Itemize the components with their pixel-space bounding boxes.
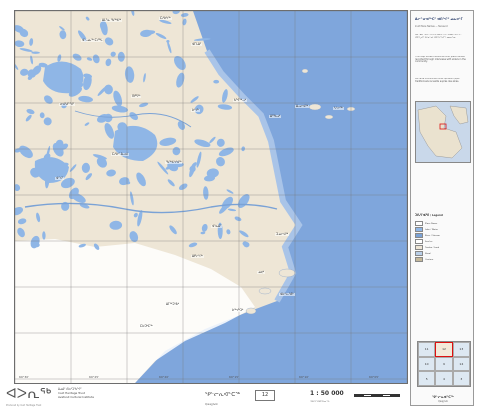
description-inuktitut: ᐅᓇ ᓄᓇᙳᐊᖅ ᐊᑐᖅᑕᐅᓂᐊᖅᑐᖅ ᐃᓄᐃᑦ ᐊᑎᖏᑦ ᐊᑐᖅᖢᒋᑦ ᐃᓐᓇ…: [415, 34, 462, 39]
longitude-label: 69°30': [19, 375, 29, 379]
place-name-label: ᑲᖏᖅᓗᒃ: [233, 98, 247, 102]
index-cell: 11: [418, 342, 436, 357]
place-name-label: ᑕᐅᑐᒃᑕᖅ: [139, 324, 154, 328]
description-french: Ce carte montre les noms de lieux inuits…: [415, 78, 460, 83]
legend-label: River / Stream: [425, 234, 440, 237]
map-scale-sub: ᑐᑭᓯᒋᐊᕈᑕᐅᓂᖓ: [310, 400, 330, 403]
description-english: This map shows traditional Inuit place n…: [415, 56, 466, 64]
legend-swatch: [415, 227, 423, 232]
island: [278, 268, 296, 278]
longitude-label: 69°10': [299, 375, 309, 379]
credit-line: Produced by Inuit Heritage Trust: [6, 404, 42, 407]
index-cell: 9: [435, 356, 453, 372]
place-name-label: ᐅᖅᓯᒃᑐᒃ: [231, 308, 245, 312]
place-name-label: ᓴᓪᓕᖅ: [333, 106, 344, 110]
index-cell: 14: [452, 356, 470, 372]
legend-swatch: [415, 257, 423, 262]
sheet-name-side: ᕿᓪᓕᕆᐊᓐᑕᖅ: [432, 395, 454, 399]
legend-label: Sea Ice: [425, 240, 433, 243]
legend-swatch: [415, 245, 423, 250]
place-name-label: ᐃᕐᖃᓗᒃ: [269, 114, 282, 118]
place-name-label: ᐅᔾᔪᒃ: [191, 108, 200, 112]
legend-swatch: [415, 221, 423, 226]
legend-item: Tundra / Land: [415, 245, 471, 250]
sheet-title: ᕿᓪᓕᕆᐊᓐᑕᖅ: [205, 392, 240, 398]
legend-label: Place Name: [425, 222, 438, 225]
longitude-label: 69°15': [229, 375, 239, 379]
longitude-label: 69°20': [159, 375, 169, 379]
place-name-label: ᖃᖅᑲᕐᔪᐊᖅ: [165, 160, 183, 164]
legend-swatch: [415, 233, 423, 238]
map-side-panel: ᐃᓕᓐᓂᐊᖅᑕᑦ ᐊᑎᖏᑦ ᓄᓇᕗᒻᒥ Inuit Place Names — …: [410, 10, 474, 406]
org-name-english-2: Avativut Cultural Institute: [58, 395, 94, 399]
place-name-label: ᑕᓯᐅᔭᖅ: [159, 16, 172, 20]
index-cell: 5: [418, 371, 436, 386]
lake: [213, 79, 220, 84]
longitude-label: 69°25': [89, 375, 99, 379]
legend-swatch: [415, 251, 423, 256]
index-cell: 3: [452, 371, 470, 386]
place-name-label: ᐃᓗᓕᐊᖅ: [295, 104, 309, 108]
map-frame: ᐃᒪᓐᓇ ᖃᖅᑲᖅ ᑕᓯᐅᔭᖅ ᐊᓪᓗᓇᖅ ᑕᓯᖓ ᐊᒥᒐᐃᑦ ᓂᐊᖁᓐᖑᑦ ᑎᑭᕋᖅ ᐅᔾ…: [14, 10, 408, 384]
legend-item: Lake / Water: [415, 227, 471, 232]
legend-item: Shoal: [415, 251, 471, 256]
place-name-label: ᑐᓄᓕᐊᖅ: [275, 232, 290, 236]
index-cell: 4: [435, 371, 453, 386]
sheet-subtitle: Qaajjivik: [205, 402, 218, 406]
index-cell: 10: [418, 356, 436, 372]
legend-label: Shoal: [425, 252, 431, 255]
legend-item: Place Name: [415, 221, 471, 226]
place-name-label: ᑎᑭᕋᖅ: [131, 94, 142, 98]
island: [324, 114, 334, 120]
place-name-label: ᐊᐅᓪᓚᕐᕕᒃ: [279, 292, 295, 296]
index-cell-current: 12: [435, 342, 453, 357]
longitude-label: 69°05': [369, 375, 379, 379]
place-name-label: ᐊᒥᒐᐃᑦ: [191, 42, 203, 46]
legend-item: River / Stream: [415, 233, 471, 238]
place-name-label: ᐊᕐᓇᐃᑦ: [211, 224, 223, 228]
legend-item: Contour: [415, 257, 471, 262]
legend-item: Sea Ice: [415, 239, 471, 244]
place-name-label: ᑕᓯᐅᑉ ᐃᓗᐊ: [111, 152, 129, 156]
place-name-label: ᐃᒪᓐᓇ ᖃᖅᑲᖅ: [101, 18, 123, 22]
place-name-label: ᐊᑉᐸᑦ: [55, 176, 65, 180]
place-name-label: ᐊᓪᓗᓇᖅ ᑕᓯᖓ: [81, 38, 104, 42]
map-canvas: [15, 11, 407, 383]
location-inset-map: [415, 101, 471, 163]
legend-label: Lake / Water: [425, 228, 439, 231]
legend-title: ᑐᑭᓯᒋᐊᕈᑎ / Legend: [415, 214, 443, 217]
legend-label: Tundra / Land: [425, 246, 440, 249]
place-name-label: ᓂᐊᖁᓐᖑᑦ: [59, 102, 76, 106]
side-subtitle: Inuit Place Names — Nunavut: [415, 25, 448, 28]
side-title: ᐃᓕᓐᓂᐊᖅᑕᑦ ᐊᑎᖏᑦ ᓄᓇᕗᒻᒥ: [415, 17, 463, 21]
institute-logo: ᐊᐳᕆᖅ: [6, 386, 52, 402]
sheet-number: 12: [255, 390, 275, 401]
legend-label: Contour: [425, 258, 434, 261]
scale-bar: [354, 394, 401, 397]
lake: [31, 51, 40, 54]
island: [308, 103, 322, 111]
island: [258, 287, 272, 295]
place-name-label: ᐃᒥᖅᑐᕐᕕᒃ: [165, 302, 180, 306]
map-scale: 1 : 50 000: [310, 390, 344, 397]
place-name-label: ᓄᕙᒃ: [257, 270, 265, 274]
place-name-label: ᐃᑭᓕᓴᖅ: [191, 254, 204, 258]
legend-swatch: [415, 239, 423, 244]
island: [245, 307, 257, 315]
sheet-name-side-sub: Qaajjivik: [438, 400, 448, 403]
index-cell: 13: [452, 342, 470, 357]
island: [301, 68, 309, 74]
sheet-index-grid: 11 12 13 10 9 14 5 4 3: [417, 341, 471, 387]
